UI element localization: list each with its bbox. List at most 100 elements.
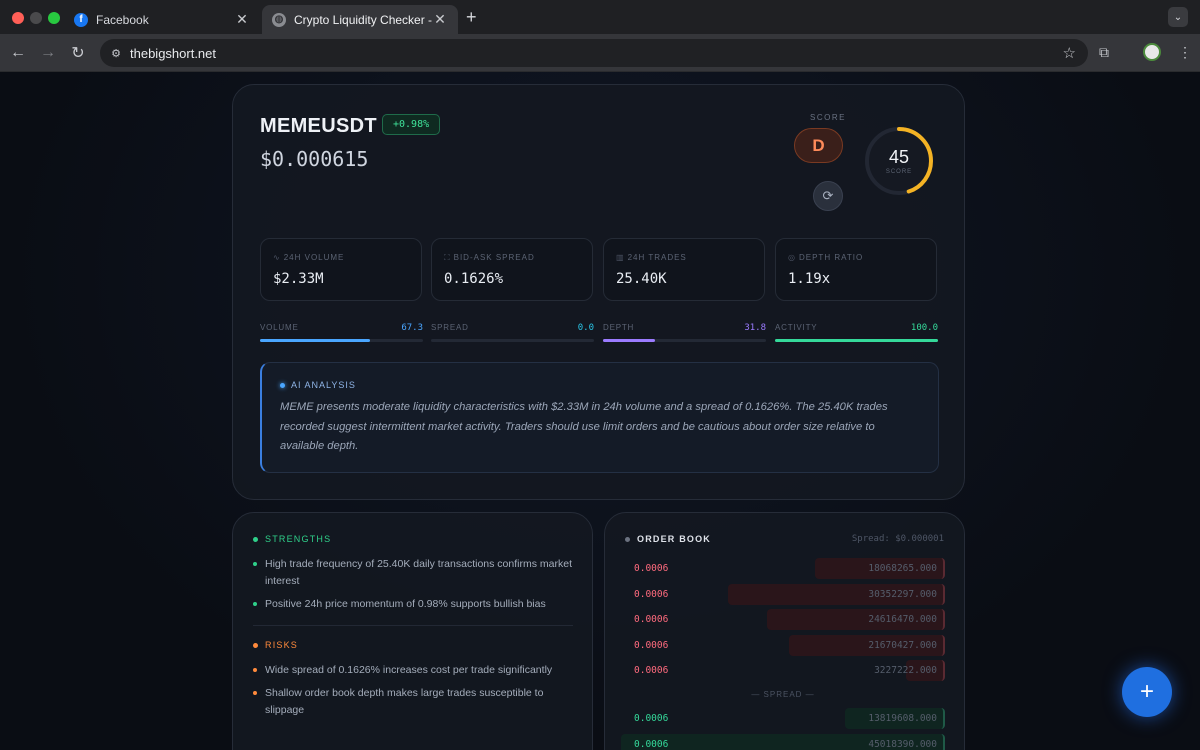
address-bar[interactable]: ⚙ thebigshort.net ☆ — [100, 39, 1088, 67]
refresh-icon: ⟳ — [822, 188, 834, 203]
order-book-card: ORDER BOOK Spread: $0.000001 0.0006 18068… — [604, 512, 965, 750]
profile-avatar[interactable] — [1143, 43, 1161, 61]
expand-icon: ⛶ — [444, 253, 451, 262]
bar-label: DEPTH — [603, 323, 635, 332]
tab-title: Facebook — [96, 12, 149, 27]
order-price: 0.0006 — [634, 563, 669, 574]
spread-separator: — SPREAD — — [751, 690, 815, 699]
bar-value: 31.8 — [744, 323, 766, 333]
menu-kebab-icon[interactable]: ⋮ — [1178, 44, 1192, 61]
browser-toolbar: ← → ↻ ⚙ thebigshort.net ☆ ⧉ ⋮ — [0, 34, 1200, 72]
ai-analysis-text: MEME presents moderate liquidity charact… — [280, 401, 888, 452]
order-price: 0.0006 — [634, 738, 669, 750]
score-value: 45 — [888, 147, 910, 167]
metric-label: BID-ASK SPREAD — [453, 253, 535, 262]
bookmark-star-icon[interactable]: ☆ — [1063, 44, 1076, 62]
globe-icon: ◍ — [272, 12, 286, 27]
order-quantity: 24616470.000 — [868, 614, 937, 625]
target-icon: ◎ — [788, 253, 796, 262]
bar-value: 67.3 — [401, 323, 423, 333]
metric-value: 0.1626% — [444, 271, 504, 287]
bar-label: VOLUME — [260, 323, 299, 332]
bid-row: 0.0006 13819608.000 — [621, 708, 945, 729]
ask-row: 0.0006 30352297.000 — [621, 583, 945, 605]
score-sub-label: SCORE — [885, 169, 913, 175]
metric-label: DEPTH RATIO — [798, 253, 864, 262]
bar-fill — [603, 339, 655, 342]
metric-value: 25.40K — [616, 271, 667, 287]
page-content: MEMEUSDT +0.98% $0.000615 SCORE D ⟳ 45 S… — [0, 72, 1200, 750]
minimize-window-button[interactable] — [30, 12, 42, 24]
tab-bar: f Facebook ✕ ◍ Crypto Liquidity Checker … — [0, 0, 1200, 34]
order-quantity: 21670427.000 — [868, 639, 937, 651]
close-tab-icon[interactable]: ✕ — [234, 11, 250, 28]
metric-label: 24H TRADES — [627, 253, 687, 262]
risk-item: Shallow order book depth makes large tra… — [253, 685, 573, 718]
facebook-icon: f — [74, 12, 88, 27]
order-book-dot-icon — [625, 536, 630, 542]
ask-row: 0.0006 3227222.000 — [621, 660, 945, 681]
ai-analysis-panel: AI ANALYSIS MEME presents moderate liqui… — [260, 362, 939, 473]
order-price: 0.0006 — [634, 713, 669, 724]
close-window-button[interactable] — [12, 12, 24, 24]
ai-analysis-title: AI ANALYSIS — [291, 380, 356, 390]
status-dot-icon — [280, 382, 285, 388]
new-tab-button[interactable]: + — [466, 7, 477, 28]
order-quantity: 3227222.000 — [874, 665, 937, 676]
risk-dot-icon — [253, 642, 258, 648]
tab-title: Crypto Liquidity Checker - TB — [294, 12, 432, 27]
back-button[interactable]: ← — [8, 43, 28, 63]
plus-icon: + — [1139, 678, 1154, 705]
section-divider — [253, 625, 573, 626]
ask-row: 0.0006 24616470.000 — [621, 609, 945, 630]
add-button[interactable]: + — [1122, 667, 1172, 717]
metric-value: $2.33M — [273, 271, 324, 287]
risks-title: RISKS — [265, 640, 299, 650]
risk-item: Wide spread of 0.1626% increases cost pe… — [253, 662, 573, 679]
bar-label: SPREAD — [431, 323, 469, 332]
tab-search-button[interactable]: ⌄ — [1168, 7, 1188, 27]
bid-row: 0.0006 45018390.000 — [621, 733, 945, 750]
bar-label: ACTIVITY — [775, 323, 818, 332]
price-value: $0.000615 — [260, 147, 369, 171]
strength-item: Positive 24h price momentum of 0.98% sup… — [253, 596, 573, 613]
bar-fill — [260, 339, 370, 342]
site-info-icon[interactable]: ⚙ — [108, 45, 124, 61]
extensions-icon[interactable]: ⧉ — [1099, 44, 1109, 61]
close-tab-icon[interactable]: ✕ — [432, 11, 448, 28]
symbol-title: MEMEUSDT — [260, 115, 377, 137]
reload-button[interactable]: ↻ — [68, 43, 88, 63]
url-text: thebigshort.net — [130, 45, 217, 61]
order-price: 0.0006 — [634, 614, 669, 625]
metric-24h-volume: ∿ 24H VOLUME $2.33M — [260, 238, 422, 301]
order-price: 0.0006 — [634, 665, 669, 676]
refresh-button[interactable]: ⟳ — [813, 181, 843, 211]
grade-badge: D — [794, 128, 843, 163]
metric-bid-ask-spread: ⛶ BID-ASK SPREAD 0.1626% — [431, 238, 593, 301]
forward-button[interactable]: → — [38, 43, 58, 63]
pulse-icon: ∿ — [273, 253, 281, 262]
order-quantity: 13819608.000 — [868, 713, 937, 724]
ask-row: 0.0006 18068265.000 — [621, 558, 945, 579]
price-change-badge: +0.98% — [382, 114, 441, 135]
order-book-spread: Spread: $0.000001 — [851, 534, 944, 544]
metric-label: 24H VOLUME — [283, 253, 345, 262]
score-label: SCORE — [810, 113, 846, 122]
tab-facebook[interactable]: f Facebook ✕ — [64, 5, 260, 34]
bar-fill — [775, 339, 938, 342]
bar-chart-icon: ▥ — [616, 253, 625, 262]
metric-24h-trades: ▥ 24H TRADES 25.40K — [603, 238, 765, 301]
strength-item: High trade frequency of 25.40K daily tra… — [253, 556, 573, 589]
liquidity-summary-card: MEMEUSDT +0.98% $0.000615 SCORE D ⟳ 45 S… — [232, 84, 965, 500]
order-quantity: 18068265.000 — [868, 563, 937, 574]
ask-row: 0.0006 21670427.000 — [621, 634, 945, 656]
bar-value: 0.0 — [577, 323, 594, 333]
metric-depth-ratio: ◎ DEPTH RATIO 1.19x — [775, 238, 937, 301]
order-price: 0.0006 — [634, 639, 669, 651]
strengths-title: STRENGTHS — [265, 534, 332, 544]
strengths-risks-card: STRENGTHS High trade frequency of 25.40K… — [232, 512, 593, 750]
order-quantity: 30352297.000 — [868, 588, 937, 600]
maximize-window-button[interactable] — [48, 12, 60, 24]
metric-value: 1.19x — [788, 271, 831, 287]
tab-crypto-liquidity[interactable]: ◍ Crypto Liquidity Checker - TB ✕ — [262, 5, 458, 34]
